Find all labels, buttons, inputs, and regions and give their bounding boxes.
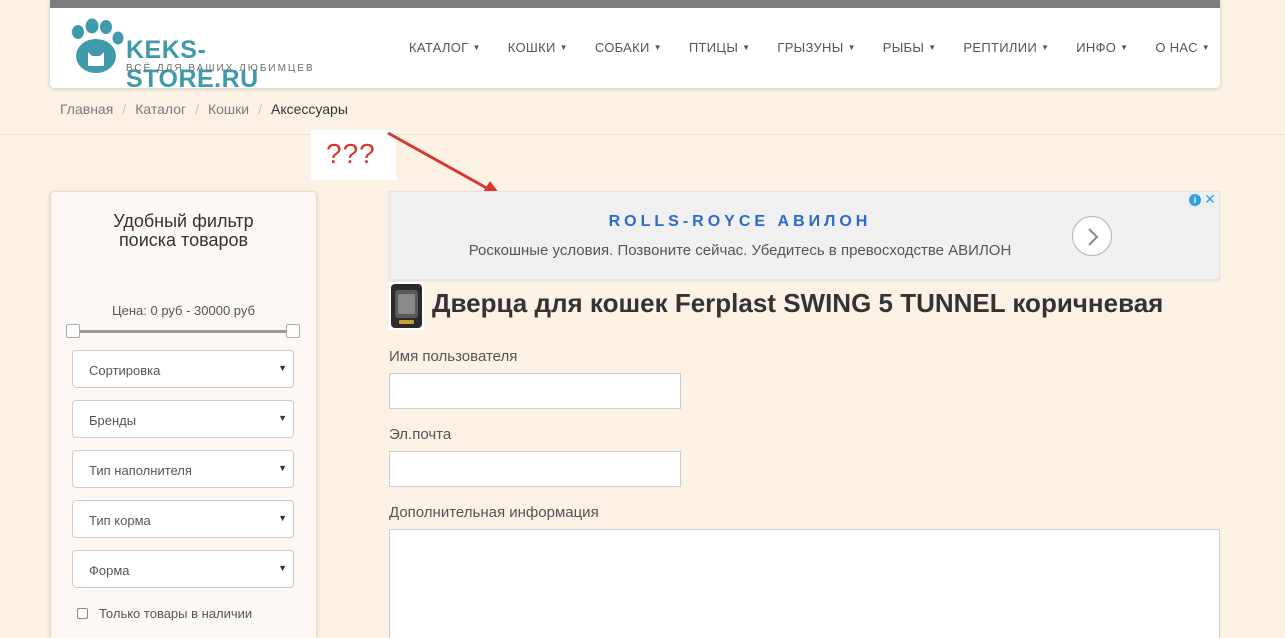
- nav-label: ИНФО: [1076, 40, 1117, 55]
- nav-label: СОБАКИ: [594, 40, 650, 55]
- food-type-select[interactable]: Тип корма ▼: [72, 500, 294, 538]
- product-thumbnail: [389, 282, 424, 330]
- site-logo[interactable]: KEKS-STORE.RU ВСЁ ДЛЯ ВАШИХ ЛЮБИМЦЕВ: [66, 18, 336, 93]
- nav-item-birds[interactable]: ПТИЦЫ ▼: [689, 40, 750, 55]
- nav-item-rodents[interactable]: ГРЫЗУНЫ ▼: [777, 40, 855, 55]
- caret-down-icon: ▼: [1201, 43, 1210, 52]
- caret-down-icon: ▼: [1041, 43, 1050, 52]
- username-label: Имя пользователя: [389, 348, 518, 365]
- username-input[interactable]: [389, 373, 681, 409]
- ad-close-icon[interactable]: ✕: [1203, 192, 1217, 206]
- product-title: Дверца для кошек Ferplast SWING 5 TUNNEL…: [432, 288, 1164, 318]
- main-nav: КАТАЛОГ ▼ КОШКИ ▼ СОБАКИ ▼ ПТИЦЫ ▼ ГРЫЗУНЫ ▼ …: [382, 40, 1210, 55]
- caret-down-icon: ▼: [847, 43, 856, 52]
- info-textarea[interactable]: [389, 529, 1220, 638]
- price-slider-max-handle[interactable]: [286, 324, 300, 338]
- checkbox-box[interactable]: [77, 608, 88, 619]
- breadcrumb-catalog[interactable]: Каталог: [135, 101, 186, 117]
- annotation-text: ???: [326, 138, 376, 169]
- filter-sidebar: Удобный фильтр поиска товаров Цена: 0 ру…: [50, 191, 317, 638]
- nav-label: КОШКИ: [507, 40, 556, 55]
- caret-down-icon: ▼: [1120, 43, 1129, 52]
- email-label: Эл.почта: [389, 426, 452, 443]
- site-header: KEKS-STORE.RU ВСЁ ДЛЯ ВАШИХ ЛЮБИМЦЕВ КАТ…: [50, 0, 1220, 93]
- ad-info-icon[interactable]: i: [1189, 194, 1201, 206]
- nav-label: КАТАЛОГ: [409, 40, 469, 55]
- nav-item-info[interactable]: ИНФО ▼: [1076, 40, 1128, 55]
- nav-label: ПТИЦЫ: [688, 40, 739, 55]
- filler-type-select[interactable]: Тип наполнителя ▼: [72, 450, 294, 488]
- select-value: Тип корма: [89, 513, 151, 528]
- in-stock-checkbox[interactable]: Только товары в наличии: [77, 606, 252, 621]
- cat-door-icon: [391, 284, 422, 328]
- select-value: Форма: [89, 563, 130, 578]
- nav-label: ГРЫЗУНЫ: [777, 40, 844, 55]
- nav-item-fish[interactable]: РЫБЫ ▼: [883, 40, 937, 55]
- dropdown-arrow-icon: ▼: [278, 463, 287, 473]
- nav-label: О НАС: [1155, 40, 1198, 55]
- nav-label: РЫБЫ: [882, 40, 925, 55]
- breadcrumb-current: Аксессуары: [271, 101, 348, 117]
- caret-down-icon: ▼: [559, 43, 568, 52]
- filter-title: Удобный фильтр поиска товаров: [51, 212, 316, 250]
- nav-item-about[interactable]: О НАС ▼: [1155, 40, 1210, 55]
- logo-tagline: ВСЁ ДЛЯ ВАШИХ ЛЮБИМЦЕВ: [126, 63, 315, 74]
- caret-down-icon: ▼: [653, 43, 662, 52]
- nav-item-dogs[interactable]: СОБАКИ ▼: [595, 40, 662, 55]
- breadcrumb-cats[interactable]: Кошки: [208, 101, 249, 117]
- breadcrumb-home[interactable]: Главная: [60, 101, 113, 117]
- filter-title-line2: поиска товаров: [118, 230, 249, 250]
- ad-description: Роскошные условия. Позвоните сейчас. Убе…: [468, 242, 1012, 259]
- dropdown-arrow-icon: ▼: [278, 563, 287, 573]
- breadcrumb-separator: /: [258, 101, 262, 117]
- paw-logo-icon: [72, 18, 124, 73]
- price-slider-min-handle[interactable]: [66, 324, 80, 338]
- nav-item-cats[interactable]: КОШКИ ▼: [508, 40, 568, 55]
- form-select[interactable]: Форма ▼: [72, 550, 294, 588]
- ad-title[interactable]: ROLLS-ROYCE АВИЛОН: [390, 213, 1090, 231]
- dropdown-arrow-icon: ▼: [278, 413, 287, 423]
- nav-label: РЕПТИЛИИ: [963, 40, 1038, 55]
- filter-title-line1: Удобный фильтр: [113, 211, 254, 231]
- dropdown-arrow-icon: ▼: [278, 513, 287, 523]
- nav-item-catalog[interactable]: КАТАЛОГ ▼: [409, 40, 481, 55]
- brands-select[interactable]: Бренды ▼: [72, 400, 294, 438]
- nav-item-reptiles[interactable]: РЕПТИЛИИ ▼: [963, 40, 1049, 55]
- info-label: Дополнительная информация: [389, 504, 599, 521]
- price-slider-track[interactable]: [77, 330, 293, 333]
- email-input[interactable]: [389, 451, 681, 487]
- select-value: Сортировка: [89, 363, 161, 378]
- caret-down-icon: ▼: [472, 43, 481, 52]
- header-top-bar: [50, 0, 1220, 8]
- breadcrumb-separator: /: [195, 101, 199, 117]
- chevron-right-icon: [1088, 228, 1099, 246]
- select-value: Бренды: [89, 413, 137, 428]
- price-range-label: Цена: 0 руб - 30000 руб: [112, 303, 255, 318]
- ad-banner[interactable]: ROLLS-ROYCE АВИЛОН Роскошные условия. По…: [389, 191, 1220, 280]
- select-value: Тип наполнителя: [89, 463, 192, 478]
- caret-down-icon: ▼: [928, 43, 937, 52]
- breadcrumb-separator: /: [122, 101, 127, 117]
- in-stock-label: Только товары в наличии: [99, 606, 253, 621]
- caret-down-icon: ▼: [742, 43, 751, 52]
- breadcrumb: Главная / Каталог / Кошки / Аксессуары: [60, 101, 348, 117]
- sort-select[interactable]: Сортировка ▼: [72, 350, 294, 388]
- dropdown-arrow-icon: ▼: [278, 363, 287, 373]
- ad-next-button[interactable]: [1072, 216, 1112, 256]
